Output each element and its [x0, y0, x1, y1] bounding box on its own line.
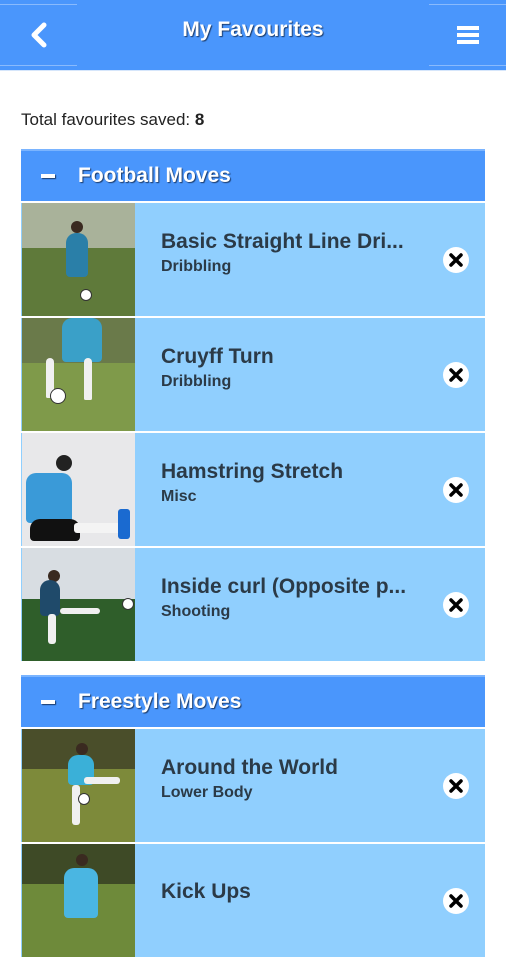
section-football-moves: Football Moves Basic Straight Line Dri..… [21, 149, 485, 661]
remove-favourite-button[interactable] [443, 887, 469, 914]
total-label: Total favourites saved: [21, 110, 195, 129]
item-title: Around the World [161, 755, 338, 779]
section-title: Freestyle Moves [78, 690, 242, 713]
remove-favourite-button[interactable] [443, 361, 469, 388]
item-title: Inside curl (Opposite p... [161, 574, 407, 598]
item-category: Shooting [161, 602, 231, 620]
item-category: Misc [161, 487, 197, 505]
close-icon [449, 252, 463, 267]
remove-favourite-button[interactable] [443, 772, 469, 799]
thumbnail-image [22, 433, 135, 546]
thumbnail-image [22, 203, 135, 316]
item-category: Dribbling [161, 257, 232, 275]
list-item[interactable]: Basic Straight Line Dri... Dribbling [21, 201, 485, 316]
app-header: My Favourites [0, 0, 506, 71]
section-header[interactable]: Football Moves [21, 149, 485, 201]
section-header[interactable]: Freestyle Moves [21, 675, 485, 727]
item-title: Cruyff Turn [161, 344, 274, 368]
remove-favourite-button[interactable] [443, 476, 469, 503]
section-title: Football Moves [78, 164, 231, 187]
remove-favourite-button[interactable] [443, 246, 469, 273]
list-item[interactable]: Hamstring Stretch Misc [21, 431, 485, 546]
list-item[interactable]: Cruyff Turn Dribbling [21, 316, 485, 431]
item-category: Lower Body [161, 783, 253, 801]
list-item[interactable]: Around the World Lower Body [21, 727, 485, 842]
collapse-minus-icon [41, 174, 55, 178]
thumbnail-image [22, 844, 135, 957]
list-item[interactable]: Inside curl (Opposite p... Shooting [21, 546, 485, 661]
remove-favourite-button[interactable] [443, 591, 469, 618]
item-title: Hamstring Stretch [161, 459, 344, 483]
hamburger-menu-icon [456, 26, 479, 44]
close-icon [449, 367, 463, 382]
thumbnail-image [22, 318, 135, 431]
close-icon [449, 778, 463, 793]
collapse-minus-icon [41, 700, 55, 704]
menu-button[interactable] [429, 4, 506, 66]
section-freestyle-moves: Freestyle Moves Around the World Lower B… [21, 675, 485, 957]
thumbnail-image [22, 548, 135, 661]
thumbnail-image [22, 729, 135, 842]
close-icon [449, 597, 463, 612]
item-category: Dribbling [161, 372, 232, 390]
close-icon [449, 893, 463, 908]
close-icon [449, 482, 463, 497]
total-count: 8 [194, 110, 205, 129]
item-title: Basic Straight Line Dri... [161, 229, 404, 253]
favourites-total: Total favourites saved: 8 [21, 110, 204, 130]
